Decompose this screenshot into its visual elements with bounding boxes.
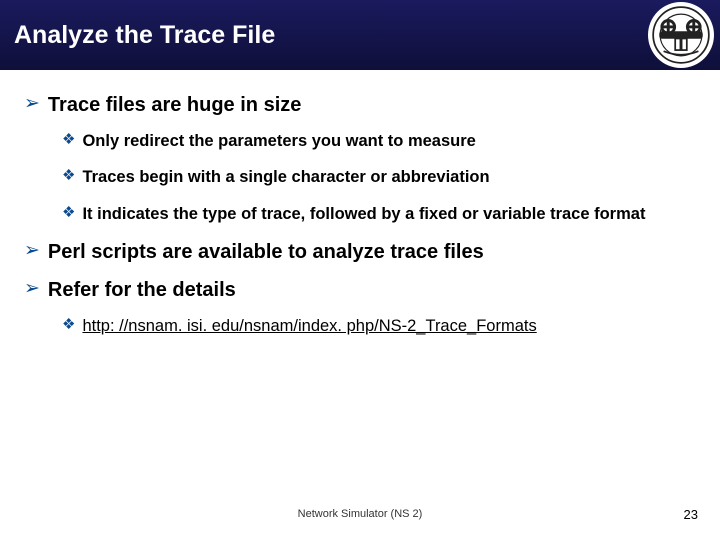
page-number: 23 bbox=[684, 507, 698, 522]
logo-icon bbox=[652, 6, 710, 64]
diamond-bullet-icon: ❖ bbox=[62, 166, 75, 186]
arrow-bullet-icon: ➢ bbox=[24, 277, 40, 302]
bullet-level-2: ❖ http: //nsnam. isi. edu/nsnam/index. p… bbox=[62, 315, 696, 337]
bullet-level-1: ➢ Perl scripts are available to analyze … bbox=[24, 239, 696, 265]
bullet-text: Trace files are huge in size bbox=[48, 92, 301, 118]
bullet-level-2: ❖ Only redirect the parameters you want … bbox=[62, 130, 696, 152]
arrow-bullet-icon: ➢ bbox=[24, 92, 40, 117]
institution-logo bbox=[648, 2, 714, 68]
footer-center: Network Simulator (NS 2) bbox=[0, 508, 720, 520]
bullet-level-1: ➢ Trace files are huge in size bbox=[24, 92, 696, 118]
bullet-text: Refer for the details bbox=[48, 277, 236, 303]
arrow-bullet-icon: ➢ bbox=[24, 239, 40, 264]
slide-header: Analyze the Trace File bbox=[0, 0, 720, 70]
diamond-bullet-icon: ❖ bbox=[62, 203, 75, 223]
bullet-text: Only redirect the parameters you want to… bbox=[82, 130, 475, 152]
diamond-bullet-icon: ❖ bbox=[62, 315, 75, 335]
bullet-level-2: ❖ It indicates the type of trace, follow… bbox=[62, 203, 696, 225]
bullet-level-2: ❖ Traces begin with a single character o… bbox=[62, 166, 696, 188]
bullet-text: Traces begin with a single character or … bbox=[82, 166, 489, 188]
bullet-text: Perl scripts are available to analyze tr… bbox=[48, 239, 484, 265]
bullet-text: It indicates the type of trace, followed… bbox=[82, 203, 645, 225]
diamond-bullet-icon: ❖ bbox=[62, 130, 75, 150]
slide-content: ➢ Trace files are huge in size ❖ Only re… bbox=[0, 70, 720, 337]
slide-title: Analyze the Trace File bbox=[14, 21, 275, 50]
bullet-level-1: ➢ Refer for the details bbox=[24, 277, 696, 303]
reference-link[interactable]: http: //nsnam. isi. edu/nsnam/index. php… bbox=[82, 315, 536, 337]
